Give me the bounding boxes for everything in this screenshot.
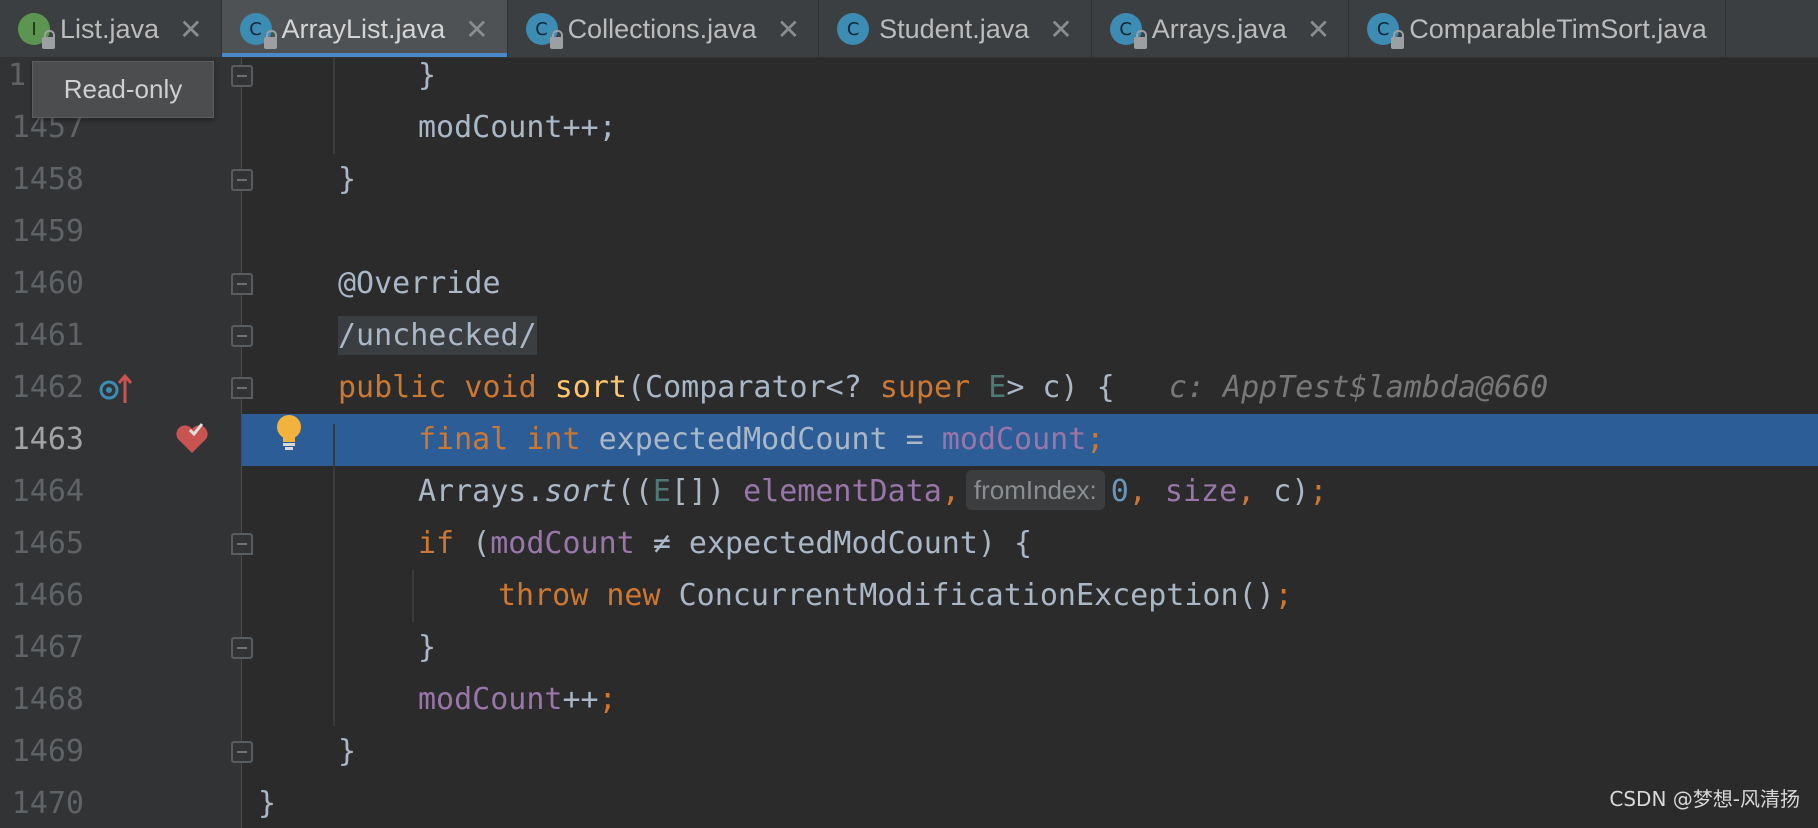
suppress-warnings-text: /unchecked/ — [338, 316, 537, 355]
code-line: 1457 modCount++; — [0, 102, 1818, 154]
class-icon: C — [1109, 13, 1147, 49]
read-only-tooltip: Read-only — [32, 61, 214, 118]
code-line: 1466 throw new ConcurrentModificationExc… — [0, 570, 1818, 622]
tab-label: Arrays.java — [1151, 13, 1287, 44]
close-icon[interactable]: ✕ — [465, 13, 488, 46]
tab-label: Student.java — [879, 13, 1030, 44]
inline-debug-value: c: AppTest$lambda@660 — [1168, 370, 1549, 405]
line-number: 1466 — [11, 578, 84, 613]
fold-marker[interactable] — [231, 377, 253, 399]
parameter-hint: fromIndex: — [965, 470, 1105, 510]
fold-marker[interactable] — [231, 325, 253, 347]
interface-icon: I — [18, 13, 55, 49]
class-icon: C — [837, 13, 870, 45]
tab-label: Collections.java — [567, 13, 757, 44]
tab-label: ArrayList.java — [281, 13, 446, 44]
code-text: } — [418, 630, 437, 665]
class-icon: C — [525, 13, 563, 49]
line-number: 1464 — [11, 474, 84, 509]
fold-marker[interactable] — [231, 65, 253, 87]
code-text: } — [418, 58, 437, 93]
lock-icon — [1133, 30, 1147, 49]
code-line: 1458 } — [0, 154, 1818, 206]
code-text: throw new ConcurrentModificationExceptio… — [498, 578, 1293, 613]
code-line: 1470 } — [0, 778, 1818, 828]
lock-icon — [263, 30, 277, 49]
code-text: final int expectedModCount = modCount; — [418, 422, 1105, 457]
line-number: 1 — [7, 58, 26, 93]
code-line: 1462 public void sort(Comparator<? super… — [0, 362, 1818, 414]
code-text: modCount++; — [418, 110, 617, 145]
line-number: 1461 — [11, 318, 84, 353]
lock-icon — [549, 30, 563, 49]
line-number: 1468 — [11, 682, 84, 717]
code-text: if (modCount ≠ expectedModCount) { — [418, 526, 1033, 561]
code-line: 1467 } — [0, 622, 1818, 674]
fold-marker[interactable] — [231, 533, 253, 555]
code-text: } — [338, 734, 357, 769]
line-number: 1459 — [11, 214, 84, 249]
tab-label: List.java — [60, 13, 160, 44]
line-number: 1460 — [11, 266, 84, 301]
close-icon[interactable]: ✕ — [1049, 13, 1072, 46]
fold-marker[interactable] — [231, 741, 253, 763]
close-icon[interactable]: ✕ — [179, 13, 202, 46]
fold-marker[interactable] — [231, 273, 253, 295]
code-text: Arrays.sort((E[]) elementData, fromIndex:… — [418, 466, 1327, 518]
line-number: 1465 — [11, 526, 84, 561]
tab-label: ComparableTimSort.java — [1409, 13, 1707, 44]
class-icon: C — [1367, 13, 1405, 49]
lightbulb-icon[interactable] — [272, 413, 306, 453]
overrides-method-icon[interactable] — [98, 371, 134, 407]
code-line: 1464 Arrays.sort((E[]) elementData, fromI… — [0, 466, 1818, 518]
code-line: 1465 if (modCount ≠ expectedModCount) { — [0, 518, 1818, 570]
close-icon[interactable]: ✕ — [1307, 13, 1330, 46]
code-text: public void sort(Comparator<? super E> c… — [338, 370, 1549, 405]
class-icon: C — [239, 13, 277, 49]
line-number: 1458 — [11, 162, 84, 197]
code-text: modCount++; — [418, 682, 617, 717]
code-line: 1461 /unchecked/ — [0, 310, 1818, 362]
code-text: } — [338, 162, 357, 197]
annotation-text: @Override — [338, 266, 501, 301]
lock-icon — [42, 30, 55, 49]
code-line: 1469 } — [0, 726, 1818, 778]
code-line: 1468 modCount++; — [0, 674, 1818, 726]
code-text: } — [258, 786, 277, 821]
breakpoint-icon[interactable] — [174, 420, 210, 456]
code-line: } — [0, 50, 1818, 102]
code-line: 1460 @Override — [0, 258, 1818, 310]
close-icon[interactable]: ✕ — [777, 13, 800, 46]
line-number: 1463 — [11, 422, 84, 457]
watermark: CSDN @梦想-风清扬 — [1609, 787, 1800, 811]
line-number: 1470 — [11, 786, 84, 821]
lock-icon — [1391, 30, 1405, 49]
code-line: 1 — [0, 50, 30, 102]
line-number: 1467 — [11, 630, 84, 665]
line-number: 1462 — [11, 370, 84, 405]
code-line: 1459 — [0, 206, 1818, 258]
fold-marker[interactable] — [231, 637, 253, 659]
fold-marker[interactable] — [231, 169, 253, 191]
line-number: 1469 — [11, 734, 84, 769]
